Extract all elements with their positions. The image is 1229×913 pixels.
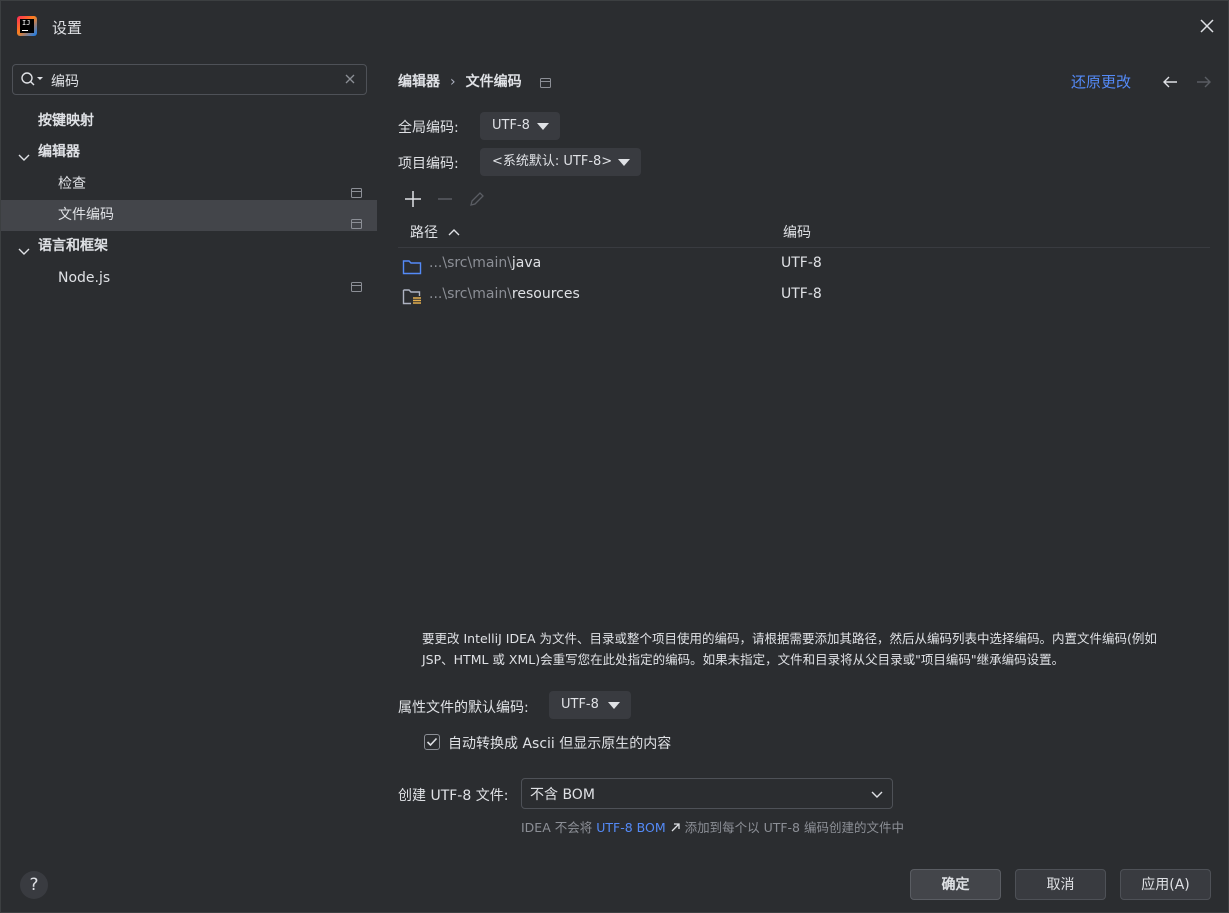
- column-header-encoding[interactable]: 编码: [783, 222, 811, 242]
- hint-line-1: 要更改 IntelliJ IDEA 为文件、目录或整个项目使用的编码，请根据需要…: [422, 631, 1157, 646]
- table-row[interactable]: ...\src\main\java UTF-8: [398, 248, 1210, 279]
- row-path: ...\src\main\java: [429, 248, 541, 279]
- utf8-bom-link-label: UTF-8 BOM: [596, 820, 666, 835]
- cancel-button[interactable]: 取消: [1015, 869, 1106, 900]
- column-header-path-label: 路径: [410, 225, 438, 241]
- help-button[interactable]: ?: [20, 871, 48, 899]
- sidebar-item-label: 按键映射: [38, 113, 94, 129]
- external-link-icon: [670, 821, 681, 836]
- add-icon[interactable]: [403, 189, 423, 213]
- sidebar-item-label: 语言和框架: [38, 238, 108, 254]
- row-path: ...\src\main\resources: [429, 279, 580, 310]
- dropdown-arrow-icon: [618, 159, 630, 166]
- utf8-bom-link[interactable]: UTF-8 BOM: [596, 820, 684, 835]
- create-utf8-label: 创建 UTF-8 文件:: [398, 788, 509, 804]
- sidebar-item-file-encodings[interactable]: 文件编码: [1, 200, 377, 231]
- global-encoding-value: UTF-8: [492, 118, 530, 133]
- settings-dialog: IJ 设置 编码 按键映射 编辑器 检查 文件编码 语言和框架 Node.js …: [0, 0, 1229, 913]
- properties-encoding-label: 属性文件的默认编码:: [398, 700, 529, 716]
- hint-line-2: JSP、HTML 或 XML)会重写您在此处指定的编码。如果未指定，文件和目录将…: [422, 652, 1065, 667]
- encoding-hint-text: 要更改 IntelliJ IDEA 为文件、目录或整个项目使用的编码，请根据需要…: [422, 628, 1197, 670]
- settings-search-input[interactable]: 编码: [12, 64, 367, 95]
- row-encoding: UTF-8: [781, 255, 822, 271]
- sidebar-item-label: Node.js: [58, 270, 111, 286]
- search-icon[interactable]: [20, 71, 46, 91]
- bom-select-value: 不含 BOM: [530, 787, 595, 803]
- sidebar-item-editor[interactable]: 编辑器: [1, 137, 377, 168]
- sidebar-item-label: 编辑器: [38, 144, 80, 160]
- search-input-value: 编码: [51, 74, 79, 90]
- intellij-logo-icon: IJ: [17, 16, 37, 36]
- clear-search-icon[interactable]: [343, 72, 357, 90]
- window-title: 设置: [52, 19, 83, 37]
- breadcrumb: 编辑器 › 文件编码: [398, 71, 552, 92]
- reset-changes-link[interactable]: 还原更改: [1071, 71, 1131, 92]
- bom-note-suffix: 添加到每个以 UTF-8 编码创建的文件中: [684, 820, 904, 835]
- breadcrumb-editor: 编辑器: [398, 74, 440, 90]
- sidebar-item-keymap[interactable]: 按键映射: [1, 106, 377, 137]
- column-header-path[interactable]: 路径: [410, 222, 460, 242]
- project-settings-icon: [351, 273, 362, 304]
- breadcrumb-file-encodings: 文件编码: [465, 74, 522, 90]
- properties-encoding-select[interactable]: UTF-8: [549, 691, 631, 719]
- row-encoding: UTF-8: [781, 286, 822, 302]
- chevron-down-icon: [870, 787, 884, 805]
- sidebar-item-languages-frameworks[interactable]: 语言和框架: [1, 231, 377, 262]
- sidebar-item-label: 文件编码: [58, 207, 114, 223]
- back-arrow-icon[interactable]: [1161, 73, 1179, 95]
- transparent-native-to-ascii-checkbox[interactable]: [424, 734, 440, 750]
- bom-note: IDEA 不会将 UTF-8 BOM 添加到每个以 UTF-8 编码创建的文件中: [521, 817, 904, 836]
- dropdown-arrow-icon: [608, 702, 620, 709]
- settings-sidebar: 编码 按键映射 编辑器 检查 文件编码 语言和框架 Node.js: [1, 51, 377, 912]
- dropdown-arrow-icon: [537, 123, 549, 130]
- row-path-prefix: ...\src\main\: [429, 286, 512, 302]
- title-bar: IJ 设置: [1, 1, 1228, 51]
- sidebar-item-label: 检查: [58, 176, 86, 192]
- ok-button[interactable]: 确定: [910, 869, 1001, 900]
- global-encoding-label: 全局编码:: [398, 120, 459, 136]
- project-encoding-label: 项目编码:: [398, 156, 459, 172]
- resources-folder-icon: [402, 287, 422, 318]
- project-encoding-select[interactable]: <系统默认: UTF-8>: [480, 148, 641, 176]
- sidebar-item-inspections[interactable]: 检查: [1, 169, 377, 200]
- edit-pencil-icon[interactable]: [467, 189, 487, 213]
- checkmark-icon: [426, 737, 438, 747]
- settings-content: 编辑器 › 文件编码 还原更改 全局编码: UTF-8 项目编码: <系统默认: U…: [377, 51, 1228, 912]
- project-settings-icon: [540, 76, 552, 92]
- remove-icon[interactable]: [435, 189, 455, 213]
- bom-select[interactable]: 不含 BOM: [521, 778, 893, 809]
- properties-encoding-value: UTF-8: [561, 697, 599, 712]
- transparent-native-to-ascii-label[interactable]: 自动转换成 Ascii 但显示原生的内容: [448, 733, 671, 753]
- apply-button[interactable]: 应用(A): [1120, 869, 1211, 900]
- table-header: 路径 编码: [398, 215, 1210, 248]
- row-path-name: java: [511, 255, 542, 271]
- project-encoding-value: <系统默认: UTF-8>: [492, 154, 613, 169]
- breadcrumb-separator: ›: [450, 74, 456, 90]
- row-path-prefix: ...\src\main\: [429, 255, 512, 271]
- row-path-name: resources: [511, 286, 580, 302]
- sort-ascending-icon: [448, 224, 460, 240]
- forward-arrow-icon: [1195, 73, 1213, 95]
- table-row[interactable]: ...\src\main\resources UTF-8: [398, 279, 1210, 310]
- bom-note-prefix: IDEA 不会将: [521, 820, 593, 835]
- sidebar-item-nodejs[interactable]: Node.js: [1, 263, 377, 294]
- global-encoding-select[interactable]: UTF-8: [480, 112, 560, 140]
- close-icon[interactable]: [1196, 15, 1218, 37]
